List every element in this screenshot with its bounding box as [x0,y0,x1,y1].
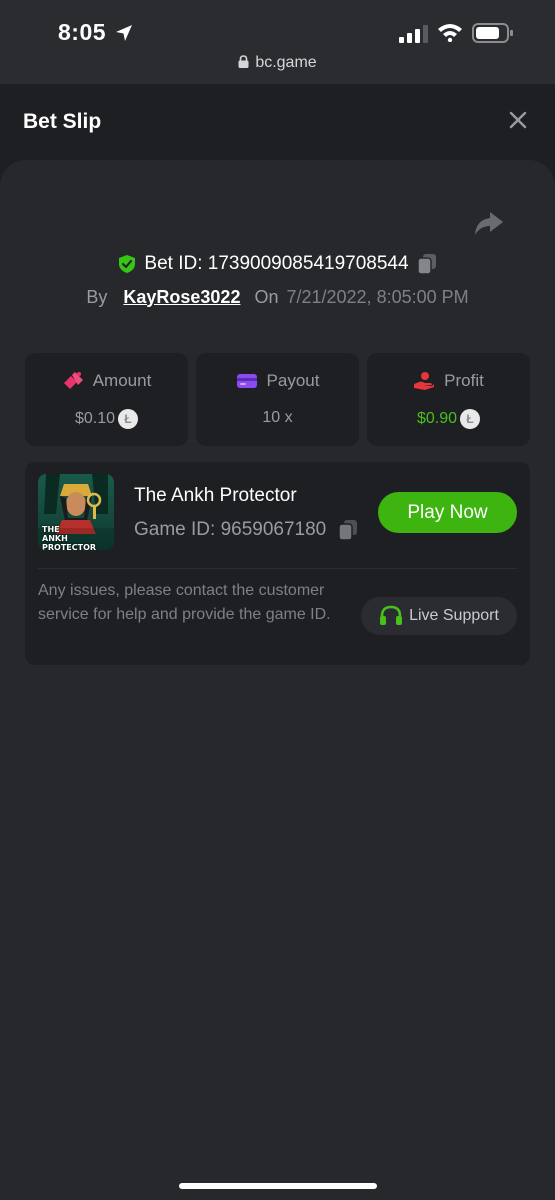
copy-icon [338,520,358,541]
lock-icon [238,55,249,68]
copy-icon [416,254,436,275]
url-bar[interactable]: bc.game [0,54,555,72]
bet-meta-row: By KayRose3022 On 7/21/2022, 8:05:00 PM [0,284,555,310]
profit-label: Profit [444,371,484,390]
game-id-text: Game ID: 9659067180 [134,519,327,540]
copy-bet-id-button[interactable] [416,253,437,275]
status-bar: 8:05 bc.game [0,0,555,84]
url-text: bc.game [255,54,317,71]
divider [38,568,517,569]
profit-card: Profit $0.90 Ł [367,353,530,446]
payout-card: Payout 10 x [196,353,359,446]
username-link[interactable]: KayRose3022 [123,287,240,308]
close-button[interactable] [503,105,533,135]
page-title: Bet Slip [23,110,102,133]
payout-label: Payout [266,371,320,390]
profit-value: $0.90 [416,410,458,427]
battery-icon [472,23,513,43]
game-card: THE ANKH PROTECTOR The Ankh Protector Ga… [25,462,530,665]
payout-card-icon [236,374,257,388]
on-label: On [254,286,279,307]
bet-id-row: Bet ID: 1739009085419708544 [0,250,555,278]
game-thumbnail-caption: THE ANKH PROTECTOR [42,525,97,550]
close-icon [509,111,527,129]
location-arrow-icon [116,25,132,41]
bet-id-text: Bet ID: 1739009085419708544 [144,253,409,274]
payout-value: 10 x [262,409,293,426]
game-thumbnail[interactable]: THE ANKH PROTECTOR [38,474,114,550]
game-id-row: Game ID: 9659067180 [134,517,358,543]
amount-card: Amount $0.10 Ł [25,353,188,446]
copy-game-id-button[interactable] [338,519,358,541]
amount-icon [63,372,83,389]
wifi-icon [438,24,462,42]
status-time: 8:05 [58,19,107,45]
headset-icon [380,605,403,625]
by-label: By [86,286,108,307]
issues-text: Any issues, please contact the customer … [38,582,331,623]
shield-check-icon [119,255,136,273]
play-now-button[interactable]: Play Now [378,492,517,533]
profit-hand-icon [414,372,435,390]
live-support-label: Live Support [409,607,499,624]
bet-slip-panel [0,160,555,1200]
signal-icon [399,25,428,43]
coin-icon: Ł [460,409,481,429]
game-title: The Ankh Protector [134,485,297,506]
bet-datetime: 7/21/2022, 8:05:00 PM [286,286,469,307]
share-button[interactable] [473,210,505,243]
amount-label: Amount [92,371,152,390]
home-indicator [179,1183,377,1189]
coin-icon: Ł [118,409,139,429]
amount-value: $0.10 [74,410,116,427]
live-support-button[interactable]: Live Support [361,597,517,635]
bet-slip-header: Bet Slip [0,84,555,160]
share-icon [475,212,503,235]
